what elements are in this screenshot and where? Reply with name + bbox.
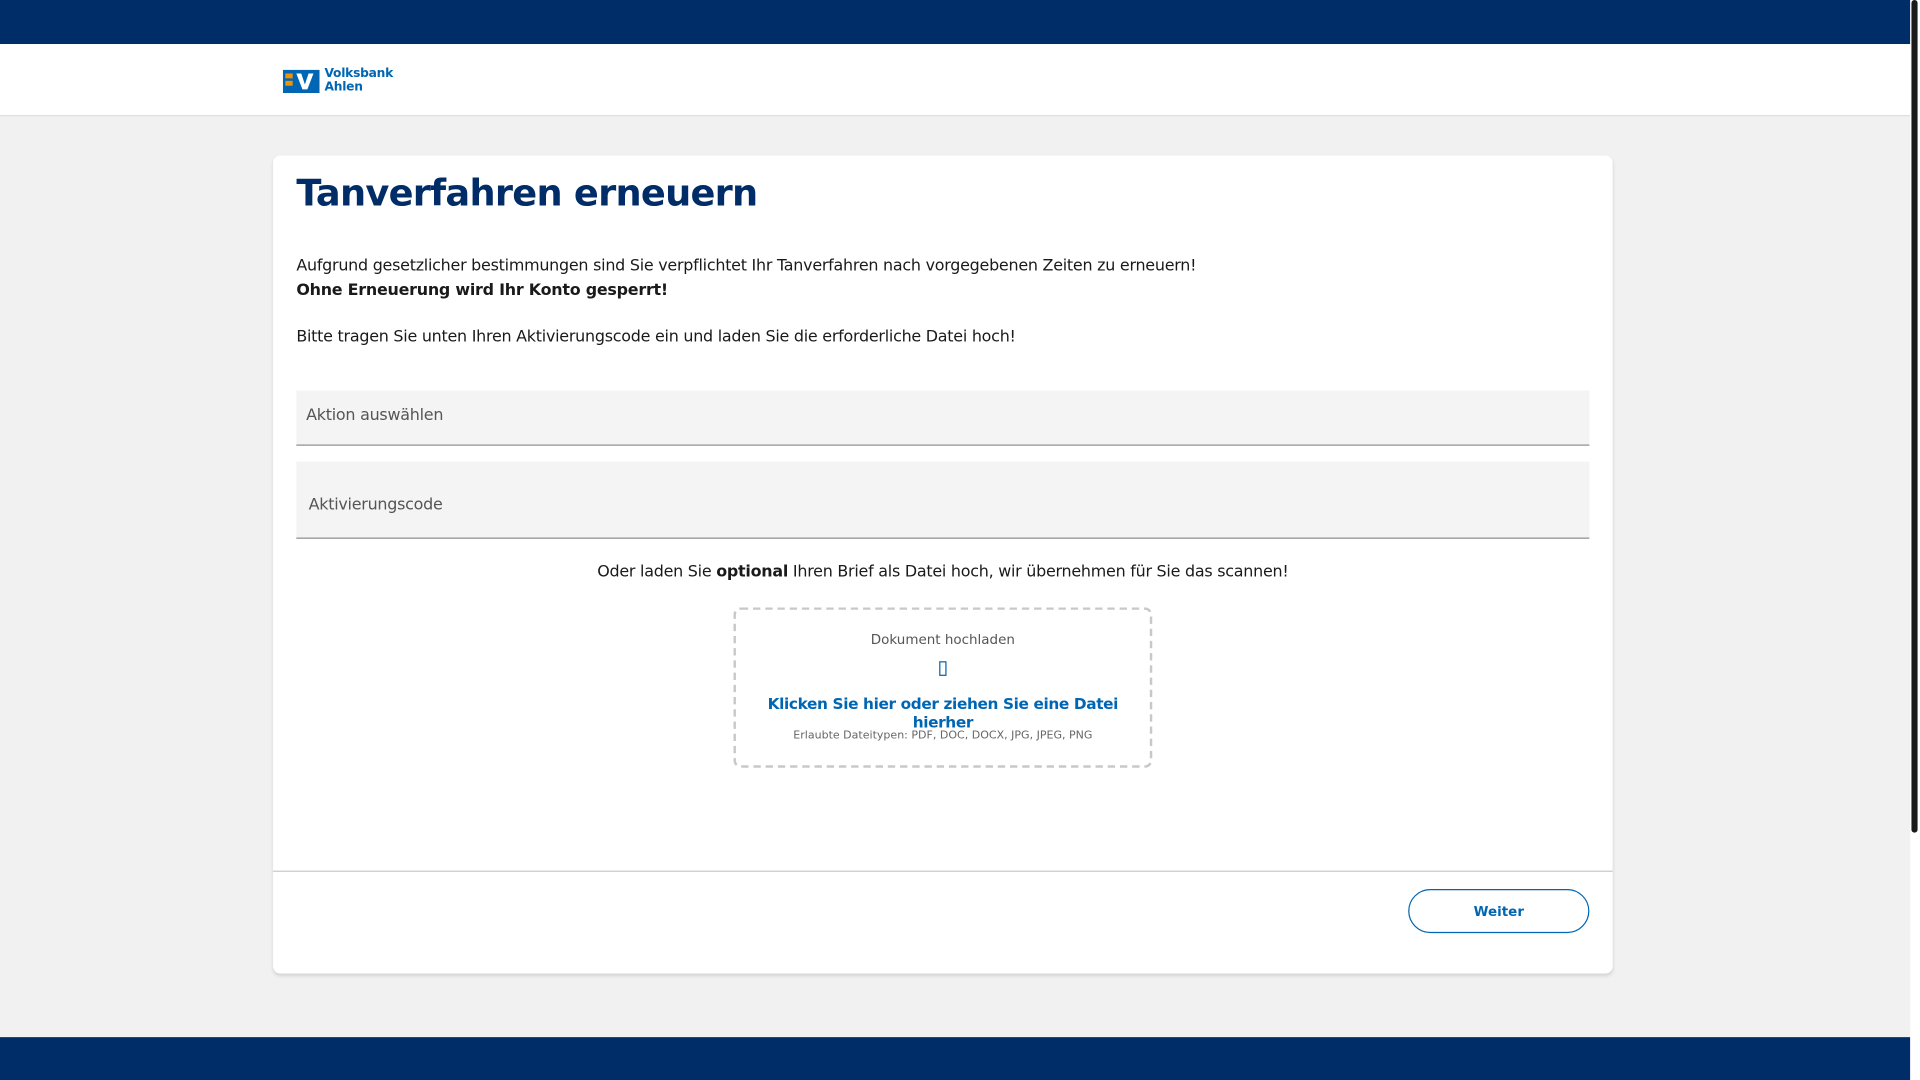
brand-name: Volksbank Ahlen [324,67,393,94]
action-select-label: Aktion auswählen [306,406,444,425]
intro-line-legal: Aufgrund gesetzlicher bestimmungen sind … [296,257,1197,276]
brand-logo[interactable]: Volksbank Ahlen [282,67,393,94]
intro-line-warning: Ohne Erneuerung wird Ihr Konto gesperrt! [296,281,668,301]
header: Volksbank Ahlen [0,44,1911,117]
activation-code-label: Aktivierungscode [308,495,443,515]
page-title: Tanverfahren erneuern [296,172,758,216]
dropzone-hint: Erlaubte Dateitypen: PDF, DOC, DOCX, JPG… [793,729,1093,743]
optional-upload-prefix: Oder laden Sie [597,563,717,582]
intro-text: Aufgrund gesetzlicher bestimmungen sind … [296,255,1196,304]
main-card: Tanverfahren erneuern Aufgrund gesetzlic… [273,155,1613,975]
page: Volksbank Ahlen Tanverfahren erneuern Au… [0,0,1920,1080]
bottom-bar [0,1037,1911,1080]
document-icon [939,661,947,676]
volksbank-logo-icon [282,69,320,93]
brand-name-line2: Ahlen [324,80,363,95]
dropzone-title: Dokument hochladen [870,631,1015,648]
activation-code-input[interactable]: Aktivierungscode [296,461,1590,539]
top-bar [0,0,1911,45]
card-footer: Weiter [273,870,1613,975]
optional-upload-emphasis: optional [716,563,789,582]
intro-line-instruction: Bitte tragen Sie unten Ihren Aktivierung… [296,328,1016,347]
dropzone-link[interactable]: Klicken Sie hier oder ziehen Sie eine Da… [736,694,1150,731]
scrollbar[interactable] [1910,0,1920,1080]
optional-upload-text: Oder laden Sie optional Ihren Brief als … [273,563,1613,581]
scrollbar-thumb[interactable] [1911,0,1918,833]
optional-upload-suffix: Ihren Brief als Datei hoch, wir übernehm… [788,563,1289,582]
action-select[interactable]: Aktion auswählen [296,390,1590,446]
file-dropzone[interactable]: Dokument hochladen Klicken Sie hier oder… [733,607,1153,768]
brand-name-line1: Volksbank [324,67,394,81]
next-button[interactable]: Weiter [1408,888,1590,934]
